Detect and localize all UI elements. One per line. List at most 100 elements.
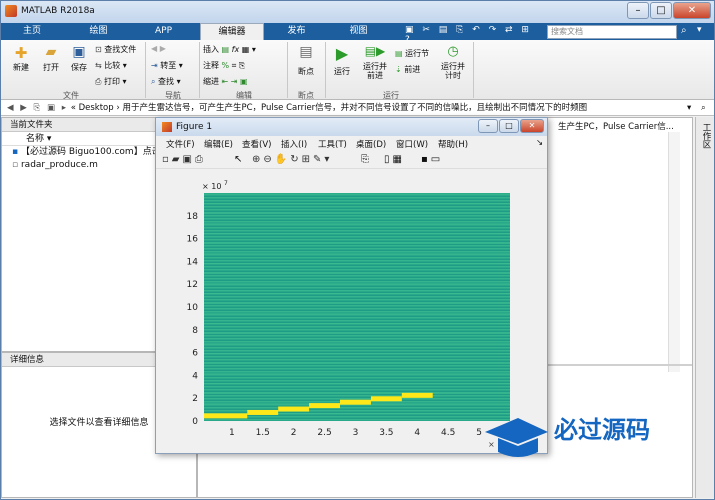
figure-logo-icon <box>162 122 172 132</box>
menu-help[interactable]: 帮助(H) <box>438 138 468 150</box>
noise-band <box>204 373 510 374</box>
compare-icon: ⇆ <box>95 61 102 70</box>
noise-band <box>204 203 510 204</box>
tab-home[interactable]: 主页 <box>7 23 57 40</box>
trace-segment <box>340 399 371 405</box>
x-tick-label: 1 <box>229 428 235 438</box>
figure-close-button[interactable]: ✕ <box>520 119 544 133</box>
figure-window[interactable]: Figure 1 – □ ✕ 文件(F) 编辑(E) 查看(V) 插入(I) 工… <box>155 117 548 454</box>
menu-view[interactable]: 查看(V) <box>242 138 271 150</box>
run-time-icon: ◷ <box>447 44 459 59</box>
figure-toolbar: ▫▰▣⎙ ↖ ⊕⊖✋↻⊞✎▾ ⎘ ▯▦ ▪▭ <box>156 153 547 169</box>
workspace-label: 工作区 <box>701 123 711 149</box>
quick-access-toolbar[interactable]: ▣ ✂ ▤ ⎘ ↶ ↷ ⇄ ⊞ ? <box>405 25 541 45</box>
ribbon-separator <box>287 42 288 98</box>
menu-window[interactable]: 窗口(W) <box>396 138 428 150</box>
editor-ribbon: ✚ 新建 ▰ 打开 ▣ 保存 ⊡ 查找文件 ⇆ 比较 ▾ ⎙ 打印 ▾ 文件 ◀ ▶ … <box>1 40 714 100</box>
edit-plot-icon[interactable]: ↖ <box>234 154 242 165</box>
run-time-button[interactable]: ◷ 运行并 计时 <box>437 44 469 80</box>
compare-label: 比较 <box>104 61 121 70</box>
menu-edit[interactable]: 编辑(E) <box>204 138 233 150</box>
maximize-button[interactable]: □ <box>650 2 672 19</box>
ribbon-separator <box>199 42 200 98</box>
figure-minimize-button[interactable]: – <box>478 119 498 133</box>
window-title: MATLAB R2018a <box>21 6 95 16</box>
y-tick-label: 2 <box>192 394 198 404</box>
figure-maximize-button[interactable]: □ <box>499 119 519 133</box>
insert-section-icon: ▤ <box>221 45 230 54</box>
collapse-ribbon-icon[interactable]: ▾ <box>697 25 702 35</box>
tab-apps[interactable]: APP <box>136 23 191 40</box>
address-dropdown-icon[interactable]: ▾ <box>687 100 691 116</box>
menu-desktop[interactable]: 桌面(D) <box>356 138 386 150</box>
run-advance-button[interactable]: ▤▶ 运行并 前进 <box>359 44 391 80</box>
trace-segment <box>370 396 402 402</box>
x-tick-label: 2 <box>291 428 297 438</box>
goto-label: 转至 <box>160 61 177 70</box>
print-icon: ⎙ <box>95 77 102 86</box>
figure-file-tools[interactable]: ▫▰▣⎙ <box>162 154 206 165</box>
colorbar-legend-icons[interactable]: ▯▦ <box>384 154 405 165</box>
comment-icon: % <box>221 61 230 70</box>
search-input[interactable]: 搜索文档 <box>547 25 677 39</box>
noise-band <box>204 323 510 324</box>
ribbon-tab-bar: 主页 绘图 APP 编辑器 发布 视图 ▣ ✂ ▤ ⎘ ↶ ↷ ⇄ ⊞ ? 搜索… <box>1 23 714 45</box>
find-button[interactable]: ⌕ 查找 ▾ <box>151 76 195 87</box>
zoom-pan-rotate-tools[interactable]: ⊕⊖✋↻⊞✎▾ <box>252 154 332 165</box>
advance-label: 前进 <box>404 65 421 74</box>
noise-band <box>204 353 510 354</box>
x-tick-label: 3.5 <box>379 428 393 438</box>
menu-insert[interactable]: 插入(I) <box>281 138 307 150</box>
comment-row[interactable]: 注释 % ⌗ ⎘ <box>203 60 283 71</box>
new-button[interactable]: ✚ 新建 <box>7 44 35 73</box>
print-button[interactable]: ⎙ 打印 ▾ <box>95 76 145 87</box>
insert-row[interactable]: 插入 ▤ fx ▦ ▾ <box>203 44 283 55</box>
noise-band <box>204 333 510 334</box>
plot-tools-icons[interactable]: ▪▭ <box>421 154 443 165</box>
minimize-button[interactable]: – <box>627 2 649 19</box>
editor-scrollbar[interactable] <box>668 132 680 372</box>
address-nav-icons[interactable]: ◀ ▶ ⎘ ▣ ▸ <box>1 103 68 113</box>
ribbon-separator <box>325 42 326 98</box>
noise-band <box>204 263 510 264</box>
search-icon[interactable]: ⌕ <box>681 25 687 36</box>
breakpoint-button[interactable]: ▤ 断点 <box>291 44 321 77</box>
menu-tools[interactable]: 工具(T) <box>318 138 347 150</box>
menu-file[interactable]: 文件(F) <box>166 138 195 150</box>
noise-band <box>204 213 510 214</box>
close-button[interactable]: ✕ <box>673 2 711 19</box>
noise-band <box>204 293 510 294</box>
indent-row[interactable]: 缩进 ⇤ ⇥ ▣ <box>203 76 283 87</box>
y-exponent: × 10 <box>202 182 221 191</box>
advance-button[interactable]: ⇣ 前进 <box>395 64 435 75</box>
plot-axes: 1 1.5 2 2.5 3 3.5 4 4.5 5024681012141618× 10 7 <box>187 180 510 438</box>
run-advance-label: 运行并 前进 <box>363 62 387 80</box>
nav-back-forward[interactable]: ◀ ▶ <box>151 44 191 53</box>
run-advance-icon: ▤▶ <box>364 44 386 58</box>
address-bar[interactable]: ◀ ▶ ⎘ ▣ ▸ « Desktop › 用于产生雷达信号，可产生产生PC，P… <box>1 100 714 116</box>
indent-label: 缩进 <box>203 77 219 86</box>
address-search-icon[interactable]: ⌕ <box>701 100 706 116</box>
tab-plots[interactable]: 绘图 <box>71 23 126 40</box>
run-button[interactable]: ▶ 运行 <box>329 44 355 77</box>
link-plot-icon[interactable]: ⎘ <box>361 154 369 165</box>
find-files-button[interactable]: ⊡ 查找文件 <box>95 44 145 55</box>
tab-publish[interactable]: 发布 <box>269 23 324 40</box>
save-button[interactable]: ▣ 保存 <box>65 44 93 73</box>
tab-editor[interactable]: 编辑器 <box>200 23 264 40</box>
y-tick-label: 6 <box>192 349 198 359</box>
figure-menubar: 文件(F) 编辑(E) 查看(V) 插入(I) 工具(T) 桌面(D) 窗口(W… <box>156 138 547 152</box>
menu-dock-icon[interactable]: ↘ <box>536 138 543 148</box>
noise-band <box>204 233 510 234</box>
noise-band <box>204 243 510 244</box>
y-tick-label: 18 <box>187 212 199 222</box>
x-tick-label: 4.5 <box>441 428 455 438</box>
tab-view[interactable]: 视图 <box>331 23 386 40</box>
run-section-button[interactable]: ▤ 运行节 <box>395 48 435 59</box>
goto-button[interactable]: ⇥ 转至 ▾ <box>151 60 195 71</box>
logo-text: 必过源码 <box>554 416 650 444</box>
compare-button[interactable]: ⇆ 比较 ▾ <box>95 60 145 71</box>
open-button[interactable]: ▰ 打开 <box>37 44 65 73</box>
noise-band <box>204 383 510 384</box>
print-label: 打印 <box>103 77 120 86</box>
